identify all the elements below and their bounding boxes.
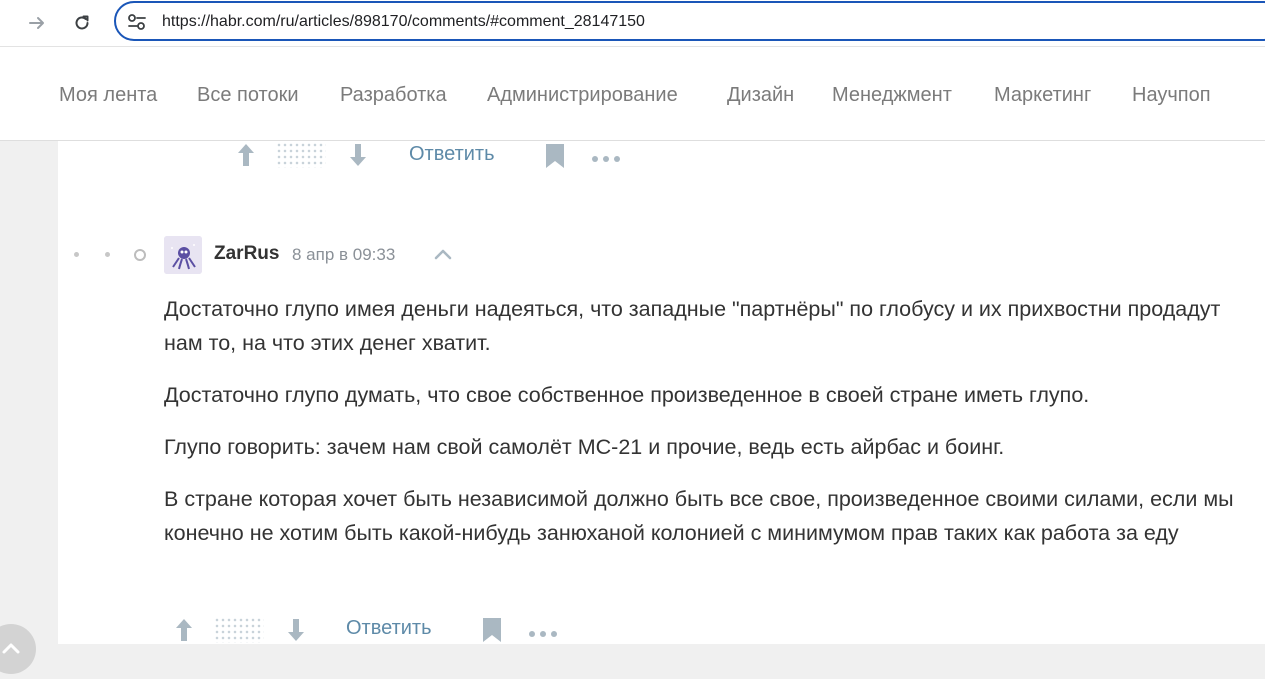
comment-timestamp[interactable]: 8 апр в 09:33 — [292, 245, 395, 265]
nav-all-streams[interactable]: Все потоки — [197, 84, 299, 107]
thread-level-dot — [105, 252, 110, 257]
comment-body: Достаточно глупо имея деньги надеяться, … — [164, 292, 1244, 568]
thread-level-dot — [74, 252, 79, 257]
prev-comment-actions: Ответить — [236, 140, 636, 170]
url-text[interactable]: https://habr.com/ru/articles/898170/comm… — [162, 13, 645, 31]
chevron-up-icon — [2, 643, 20, 654]
nav-marketing[interactable]: Маркетинг — [994, 84, 1091, 107]
upvote-button[interactable] — [174, 617, 194, 648]
thread-level-marker — [134, 249, 146, 261]
left-gutter — [0, 141, 58, 674]
nav-administration[interactable]: Администрирование — [487, 84, 678, 107]
avatar[interactable] — [164, 236, 202, 274]
rating-hidden — [214, 617, 264, 643]
arrow-down-icon — [288, 619, 304, 641]
upvote-button[interactable] — [236, 142, 256, 173]
collapse-thread-button[interactable] — [432, 246, 454, 267]
comment-author[interactable]: ZarRus — [214, 243, 279, 265]
comment-actions: Ответить — [174, 615, 574, 645]
more-dots-icon — [592, 156, 620, 162]
comment-paragraph: Глупо говорить: зачем нам свой самолёт М… — [164, 435, 1005, 459]
arrow-up-icon — [176, 619, 192, 641]
octopus-avatar-icon — [164, 236, 202, 274]
bookmark-icon — [483, 618, 501, 642]
arrow-up-icon — [238, 144, 254, 166]
reply-link[interactable]: Ответить — [346, 617, 432, 640]
scroll-to-top-button[interactable] — [0, 624, 36, 674]
reload-button[interactable] — [67, 8, 97, 38]
downvote-button[interactable] — [286, 617, 306, 648]
nav-development[interactable]: Разработка — [340, 84, 447, 107]
site-nav: Моя лента Все потоки Разработка Админист… — [0, 47, 1265, 141]
nav-management[interactable]: Менеджмент — [832, 84, 952, 107]
more-dots-icon — [529, 631, 557, 637]
chevron-up-icon — [434, 249, 452, 260]
arrow-down-icon — [350, 144, 366, 166]
bookmark-button[interactable] — [545, 143, 565, 174]
forward-arrow-icon — [29, 17, 44, 29]
more-button[interactable] — [528, 625, 558, 643]
comment-paragraph: Достаточно глупо думать, что свое собств… — [164, 383, 1090, 407]
nav-design[interactable]: Дизайн — [727, 84, 794, 107]
bookmark-icon — [546, 144, 564, 168]
comment-paragraph: В стране которая хочет быть независимой … — [164, 487, 1234, 545]
rating-hidden — [276, 142, 326, 168]
nav-my-feed[interactable]: Моя лента — [59, 84, 157, 107]
comment-paragraph: Достаточно глупо имея деньги надеяться, … — [164, 297, 1221, 355]
bookmark-button[interactable] — [482, 617, 502, 648]
browser-toolbar: https://habr.com/ru/articles/898170/comm… — [0, 0, 1265, 47]
nav-popular-science[interactable]: Научпоп — [1132, 84, 1211, 107]
reply-link[interactable]: Ответить — [409, 143, 495, 166]
more-button[interactable] — [591, 150, 621, 168]
reload-icon — [75, 15, 89, 30]
site-settings-icon[interactable] — [127, 13, 147, 36]
downvote-button[interactable] — [348, 142, 368, 173]
forward-button[interactable] — [22, 8, 52, 38]
address-bar[interactable]: https://habr.com/ru/articles/898170/comm… — [114, 1, 1265, 41]
